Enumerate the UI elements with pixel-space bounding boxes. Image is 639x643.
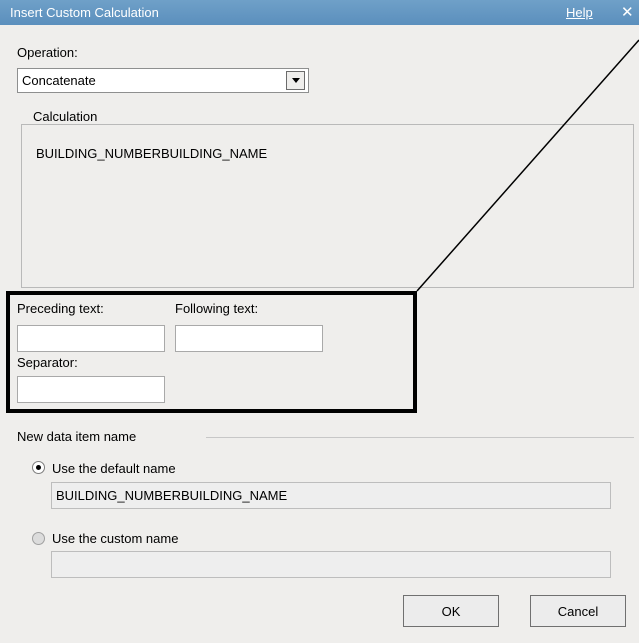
custom-name-field[interactable]	[51, 551, 611, 578]
preceding-text-input[interactable]	[17, 325, 165, 352]
default-name-field: BUILDING_NUMBERBUILDING_NAME	[51, 482, 611, 509]
ok-button[interactable]: OK	[403, 595, 499, 627]
use-default-name-label[interactable]: Use the default name	[52, 461, 176, 476]
dialog-title: Insert Custom Calculation	[10, 5, 159, 20]
dropdown-arrow-button[interactable]	[286, 71, 305, 90]
insert-custom-calculation-dialog: Insert Custom Calculation Help ✕ Operati…	[0, 0, 639, 643]
new-item-section-label: New data item name	[17, 429, 137, 444]
following-text-label: Following text:	[175, 301, 259, 316]
use-custom-name-radio[interactable]	[32, 532, 45, 545]
default-name-value: BUILDING_NUMBERBUILDING_NAME	[56, 488, 288, 503]
calculation-expression: BUILDING_NUMBERBUILDING_NAME	[36, 146, 268, 161]
separator-input[interactable]	[17, 376, 165, 403]
use-custom-name-label[interactable]: Use the custom name	[52, 531, 178, 546]
title-bar: Insert Custom Calculation Help ✕	[0, 0, 639, 25]
section-divider	[206, 437, 634, 438]
calculation-legend: Calculation	[30, 109, 101, 124]
use-default-name-radio[interactable]	[32, 461, 45, 474]
operation-selected-value: Concatenate	[22, 73, 96, 88]
help-link[interactable]: Help	[566, 5, 593, 20]
cancel-button[interactable]: Cancel	[530, 595, 626, 627]
operation-label: Operation:	[17, 45, 78, 60]
separator-label: Separator:	[17, 355, 78, 370]
operation-select[interactable]: Concatenate	[17, 68, 309, 93]
preceding-text-label: Preceding text:	[17, 301, 104, 316]
chevron-down-icon	[291, 78, 300, 83]
close-icon[interactable]: ✕	[621, 3, 634, 21]
following-text-input[interactable]	[175, 325, 323, 352]
